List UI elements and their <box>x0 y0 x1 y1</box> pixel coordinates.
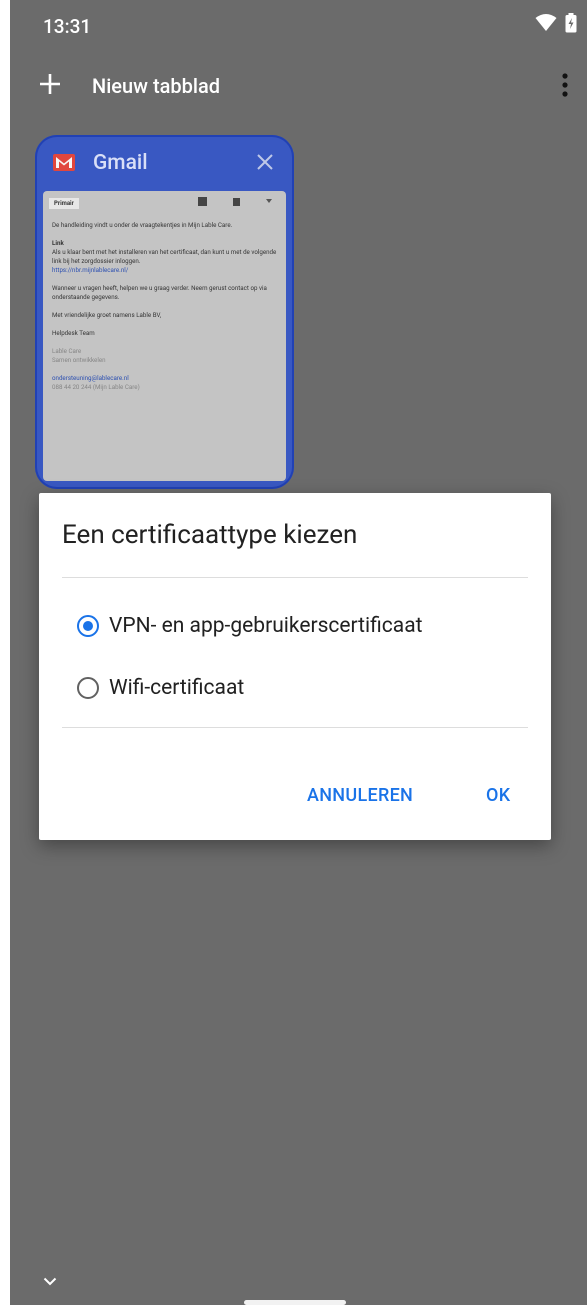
preview-primary-tab: Primair <box>49 198 79 209</box>
option-label: VPN- en app-gebruikerscertificaat <box>109 614 423 638</box>
preview-text: Als u klaar bent met het installeren van… <box>52 248 277 265</box>
preview-heading: Link <box>52 239 64 247</box>
gmail-logo-icon <box>53 154 75 175</box>
preview-text: Met vriendelijke groet namens Lable BV, <box>52 311 161 319</box>
radio-button-unchecked[interactable] <box>77 677 99 699</box>
wifi-icon <box>535 14 557 36</box>
tab-preview: Primair De handleiding vindt u onder de … <box>43 191 286 481</box>
option-wifi-certificate[interactable]: Wifi-certificaat <box>77 671 244 705</box>
tab-card-title: Gmail <box>93 151 148 175</box>
preview-company: Lable Care <box>52 347 82 355</box>
preview-phone: 088 44 20 244 (Mijn Lable Care) <box>52 383 140 391</box>
battery-charging-icon <box>565 13 577 37</box>
option-label: Wifi-certificaat <box>109 676 245 700</box>
dialog-title: Een certificaattype kiezen <box>62 520 358 550</box>
new-tab-button[interactable]: Nieuw tabblad <box>92 74 220 98</box>
tab-card-header: Gmail <box>35 135 294 191</box>
preview-email: ondersteuning@lablecare.nl <box>52 374 129 382</box>
gmail-tab-card[interactable]: Gmail Primair De handleiding vindt u ond… <box>35 135 294 489</box>
certificate-type-dialog: Een certificaattype kiezen VPN- en app-g… <box>39 493 551 840</box>
dialog-divider <box>62 727 528 728</box>
status-icons <box>535 13 577 37</box>
preview-text: De handleiding vindt u onder de vraagtek… <box>52 221 233 229</box>
new-tab-plus-icon[interactable] <box>38 72 62 100</box>
preview-link: https://nbr.mijnlablecare.nl/ <box>52 266 129 274</box>
preview-toolbar: Primair <box>43 191 286 213</box>
preview-text: Helpdesk Team <box>52 329 95 337</box>
preview-toolbar-icons <box>198 197 272 209</box>
close-tab-icon[interactable] <box>256 153 274 175</box>
chevron-down-icon[interactable] <box>43 1271 57 1290</box>
preview-slogan: Samen ontwikkelen <box>52 356 106 364</box>
archive-icon <box>198 197 207 209</box>
radio-button-checked[interactable] <box>77 615 99 637</box>
delete-icon <box>233 197 240 209</box>
preview-email-body: De handleiding vindt u onder de vraagtek… <box>52 221 280 401</box>
gesture-nav-bar[interactable] <box>244 1300 346 1305</box>
preview-text: Wanneer u vragen heeft, helpen we u graa… <box>52 284 267 301</box>
cancel-button[interactable]: ANNULEREN <box>307 785 413 806</box>
ok-button[interactable]: OK <box>486 785 510 806</box>
more-options-icon[interactable] <box>561 72 569 102</box>
status-bar: 13:31 <box>10 0 587 50</box>
tab-switcher-toolbar: Nieuw tabblad <box>10 62 587 112</box>
chevron-down-icon <box>266 197 272 209</box>
status-time: 13:31 <box>43 15 92 38</box>
option-vpn-app-certificate[interactable]: VPN- en app-gebruikerscertificaat <box>77 609 423 643</box>
dialog-divider <box>62 577 528 578</box>
